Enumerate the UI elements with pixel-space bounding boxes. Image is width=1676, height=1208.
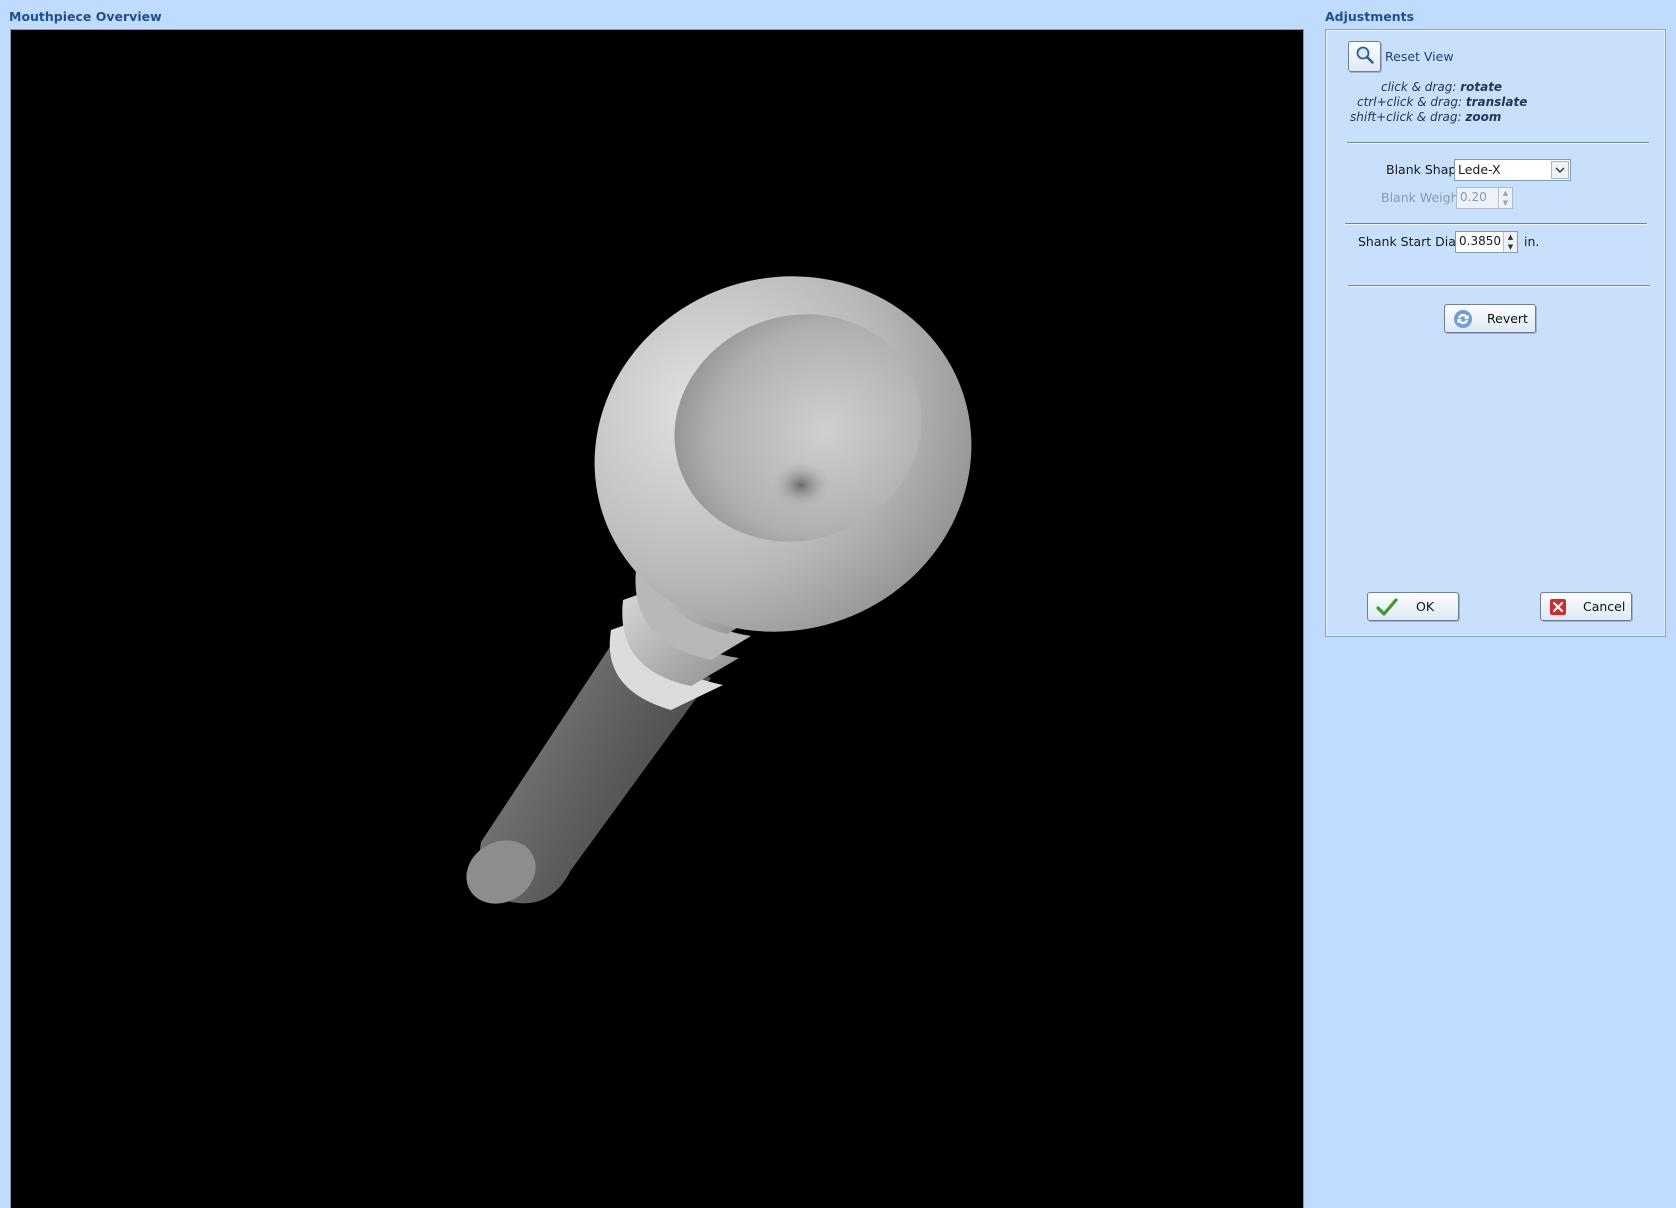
- 3d-viewport[interactable]: [10, 29, 1304, 1208]
- cancel-button[interactable]: Cancel: [1540, 592, 1632, 621]
- overview-title: Mouthpiece Overview: [9, 9, 162, 24]
- revert-button[interactable]: Revert: [1444, 304, 1536, 333]
- chevron-down-icon[interactable]: [1551, 161, 1569, 179]
- revert-label: Revert: [1487, 311, 1528, 326]
- separator: [1347, 142, 1649, 144]
- shank-start-spinbox[interactable]: 0.3850 ▲ ▼: [1455, 231, 1518, 253]
- separator: [1345, 223, 1647, 225]
- reset-view-button[interactable]: [1348, 41, 1381, 72]
- checkmark-icon: [1376, 597, 1398, 617]
- magnifier-icon: [1355, 45, 1375, 68]
- adjustments-panel: Reset View click & drag: rotate ctrl+cli…: [1325, 29, 1666, 637]
- refresh-icon: [1453, 309, 1473, 329]
- spin-down-icon[interactable]: ▼: [1499, 198, 1512, 208]
- blank-weight-label: Blank Weight: [1381, 190, 1464, 205]
- cancel-label: Cancel: [1583, 599, 1626, 614]
- hint-zoom: shift+click & drag: zoom: [1350, 110, 1502, 124]
- adjustments-title: Adjustments: [1325, 9, 1415, 24]
- shank-start-unit: in.: [1524, 234, 1540, 249]
- spin-up-icon[interactable]: ▲: [1499, 188, 1512, 198]
- hint-translate: ctrl+click & drag: translate: [1357, 95, 1528, 109]
- hint-rotate: click & drag: rotate: [1381, 80, 1503, 94]
- spin-arrows[interactable]: ▲ ▼: [1503, 232, 1517, 252]
- ok-label: OK: [1416, 599, 1435, 614]
- spin-down-icon[interactable]: ▼: [1504, 242, 1517, 252]
- reset-view-label[interactable]: Reset View: [1385, 49, 1454, 64]
- mouthpiece-render: [466, 276, 972, 904]
- blank-shape-label: Blank Shape: [1386, 162, 1464, 177]
- spin-up-icon[interactable]: ▲: [1504, 232, 1517, 242]
- spin-arrows[interactable]: ▲ ▼: [1498, 188, 1512, 208]
- blank-weight-spinbox[interactable]: 0.20 ▲ ▼: [1456, 187, 1513, 209]
- close-icon: [1549, 598, 1567, 616]
- blank-shape-select[interactable]: Lede-X: [1454, 159, 1571, 181]
- ok-button[interactable]: OK: [1367, 592, 1459, 621]
- separator: [1348, 285, 1650, 287]
